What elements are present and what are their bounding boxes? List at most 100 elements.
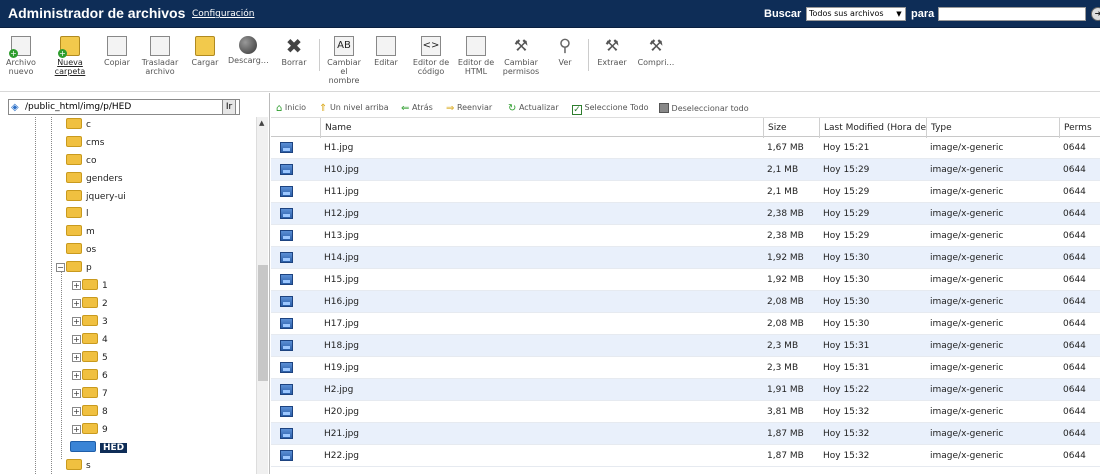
table-row[interactable]: H14.jpg 1,92 MB Hoy 15:30 image/x-generic 06… <box>271 247 1100 269</box>
refresh-link[interactable]: ↻ Actualizar <box>508 103 559 114</box>
table-row[interactable]: H20.jpg 3,81 MB Hoy 15:32 image/x-generic 06… <box>271 401 1100 423</box>
rename-button[interactable]: AB Cambiar el nombre <box>324 36 364 85</box>
edit-icon <box>376 36 396 56</box>
forward-link[interactable]: ⇒ Reenviar <box>446 103 492 114</box>
upload-button[interactable]: Cargar <box>188 36 222 67</box>
tree-node-9[interactable]: +9 <box>72 423 108 437</box>
search-input[interactable] <box>938 7 1086 21</box>
tree-node-m[interactable]: m <box>66 225 95 239</box>
table-row[interactable]: H18.jpg 2,3 MB Hoy 15:31 image/x-generic 064… <box>271 335 1100 357</box>
column-header-name[interactable]: Name <box>320 118 763 138</box>
expand-icon[interactable]: + <box>72 425 81 434</box>
expand-icon[interactable]: + <box>72 407 81 416</box>
cell-modified: Hoy 15:30 <box>823 275 870 285</box>
expand-icon[interactable]: + <box>72 353 81 362</box>
expand-icon[interactable]: + <box>72 317 81 326</box>
table-row[interactable]: H10.jpg 2,1 MB Hoy 15:29 image/x-generic 064… <box>271 159 1100 181</box>
checkbox-checked-icon: ✓ <box>572 105 582 115</box>
scroll-up-icon[interactable]: ▲ <box>259 119 264 127</box>
download-label: Descarg… <box>228 56 269 65</box>
deselect-all-link[interactable]: Deseleccionar todo <box>659 103 749 113</box>
table-row[interactable]: H22.jpg 1,87 MB Hoy 15:32 image/x-generic 06… <box>271 445 1100 467</box>
tree-node-l[interactable]: l <box>66 207 89 221</box>
home-link[interactable]: ⌂ Inicio <box>276 103 306 114</box>
folder-selected-icon <box>70 441 96 452</box>
cell-size: 1,91 MB <box>767 385 804 395</box>
tree-node-hed[interactable]: HED <box>70 441 128 455</box>
compress-button[interactable]: ⚒ Compri… <box>636 36 676 67</box>
tree-node-c[interactable]: c <box>66 118 91 132</box>
code-editor-button[interactable]: <> Editor de código <box>410 36 452 76</box>
column-header-modified[interactable]: Last Modified (Hora de v <box>819 118 926 138</box>
table-row[interactable]: H17.jpg 2,08 MB Hoy 15:30 image/x-generic 06… <box>271 313 1100 335</box>
up-level-link[interactable]: ⇑ Un nivel arriba <box>319 103 389 114</box>
table-row[interactable]: H15.jpg 1,92 MB Hoy 15:30 image/x-generic 06… <box>271 269 1100 291</box>
column-header-perms[interactable]: Perms <box>1059 118 1100 138</box>
tree-node-3[interactable]: +3 <box>72 315 108 329</box>
permissions-button[interactable]: ⚒ Cambiar permisos <box>500 36 542 76</box>
cell-modified: Hoy 15:32 <box>823 429 870 439</box>
edit-button[interactable]: Editar <box>369 36 403 67</box>
select-all-link[interactable]: ✓ Seleccione Todo <box>572 103 649 115</box>
tree-node-cms[interactable]: cms <box>66 136 104 150</box>
refresh-label: Actualizar <box>518 103 559 112</box>
column-header-type[interactable]: Type <box>926 118 1059 138</box>
html-editor-button[interactable]: Editor de HTML <box>455 36 497 76</box>
go-button[interactable]: Ir <box>222 99 236 115</box>
image-file-icon <box>280 142 293 153</box>
tree-node-2[interactable]: +2 <box>72 297 108 311</box>
tree-node-p[interactable]: − p <box>56 261 92 275</box>
cell-size: 1,67 MB <box>767 143 804 153</box>
table-row[interactable]: H12.jpg 2,38 MB Hoy 15:29 image/x-generic 06… <box>271 203 1100 225</box>
tree-node-6[interactable]: +6 <box>72 369 108 383</box>
search-go-icon[interactable]: ➜ <box>1091 7 1100 21</box>
tree-node-8[interactable]: +8 <box>72 405 108 419</box>
path-input[interactable]: ◈ /public_html/img/p/HED <box>8 99 240 115</box>
back-link[interactable]: ⇐ Atrás <box>401 103 433 114</box>
settings-link[interactable]: Configuración <box>192 9 254 19</box>
table-row[interactable]: H21.jpg 1,87 MB Hoy 15:32 image/x-generic 06… <box>271 423 1100 445</box>
expand-icon[interactable]: + <box>72 389 81 398</box>
new-folder-button[interactable]: + Nueva carpeta <box>52 36 88 76</box>
tree-scrollbar-thumb[interactable] <box>258 265 268 381</box>
extract-button[interactable]: ⚒ Extraer <box>594 36 630 67</box>
tree-node-s[interactable]: s <box>66 459 91 473</box>
copy-button[interactable]: Copiar <box>100 36 134 67</box>
expand-icon[interactable]: + <box>72 335 81 344</box>
tree-node-genders[interactable]: genders <box>66 172 123 186</box>
tree-node-1[interactable]: +1 <box>72 279 108 293</box>
new-file-button[interactable]: + Archivo nuevo <box>6 36 36 76</box>
tree-node-jquery-ui[interactable]: jquery-ui <box>66 190 126 204</box>
download-button[interactable]: Descarg… <box>228 36 269 65</box>
move-file-button[interactable]: Trasladar archivo <box>139 36 181 76</box>
table-row[interactable]: H11.jpg 2,1 MB Hoy 15:29 image/x-generic 064… <box>271 181 1100 203</box>
tree-node-4[interactable]: +4 <box>72 333 108 347</box>
html-editor-label: Editor de HTML <box>457 58 495 76</box>
cell-size: 2,3 MB <box>767 363 799 373</box>
column-header-size[interactable]: Size <box>763 118 819 138</box>
expand-icon[interactable]: + <box>72 299 81 308</box>
tree-node-os[interactable]: os <box>66 243 96 257</box>
compress-label: Compri… <box>637 58 675 67</box>
tree-node-co[interactable]: co <box>66 154 96 168</box>
back-label: Atrás <box>411 103 433 112</box>
tree-scrollbar[interactable]: ▲ <box>256 117 268 474</box>
table-row[interactable]: H19.jpg 2,3 MB Hoy 15:31 image/x-generic 064… <box>271 357 1100 379</box>
tree-node-5[interactable]: +5 <box>72 351 108 365</box>
expand-icon[interactable]: + <box>72 281 81 290</box>
table-row[interactable]: H13.jpg 2,38 MB Hoy 15:29 image/x-generic 06… <box>271 225 1100 247</box>
view-button[interactable]: ⚲ Ver <box>550 36 580 67</box>
table-row[interactable]: H2.jpg 1,91 MB Hoy 15:22 image/x-generic 064… <box>271 379 1100 401</box>
tree-node-7[interactable]: +7 <box>72 387 108 401</box>
search-scope-select[interactable]: Todos sus archivos ▼ <box>806 7 906 21</box>
expand-icon[interactable]: + <box>72 371 81 380</box>
table-row[interactable]: H16.jpg 2,08 MB Hoy 15:30 image/x-generic 06… <box>271 291 1100 313</box>
collapse-icon[interactable]: − <box>56 263 65 272</box>
cell-type: image/x-generic <box>930 407 1004 417</box>
cell-size: 2,1 MB <box>767 187 799 197</box>
permissions-label: Cambiar permisos <box>502 58 540 76</box>
toolbar: + Archivo nuevo + Nueva carpeta Copiar T… <box>0 29 1100 92</box>
delete-button[interactable]: ✖ Borrar <box>277 36 311 67</box>
table-row[interactable]: H1.jpg 1,67 MB Hoy 15:21 image/x-generic 064… <box>271 137 1100 159</box>
forward-arrow-icon: ⇒ <box>446 103 455 114</box>
